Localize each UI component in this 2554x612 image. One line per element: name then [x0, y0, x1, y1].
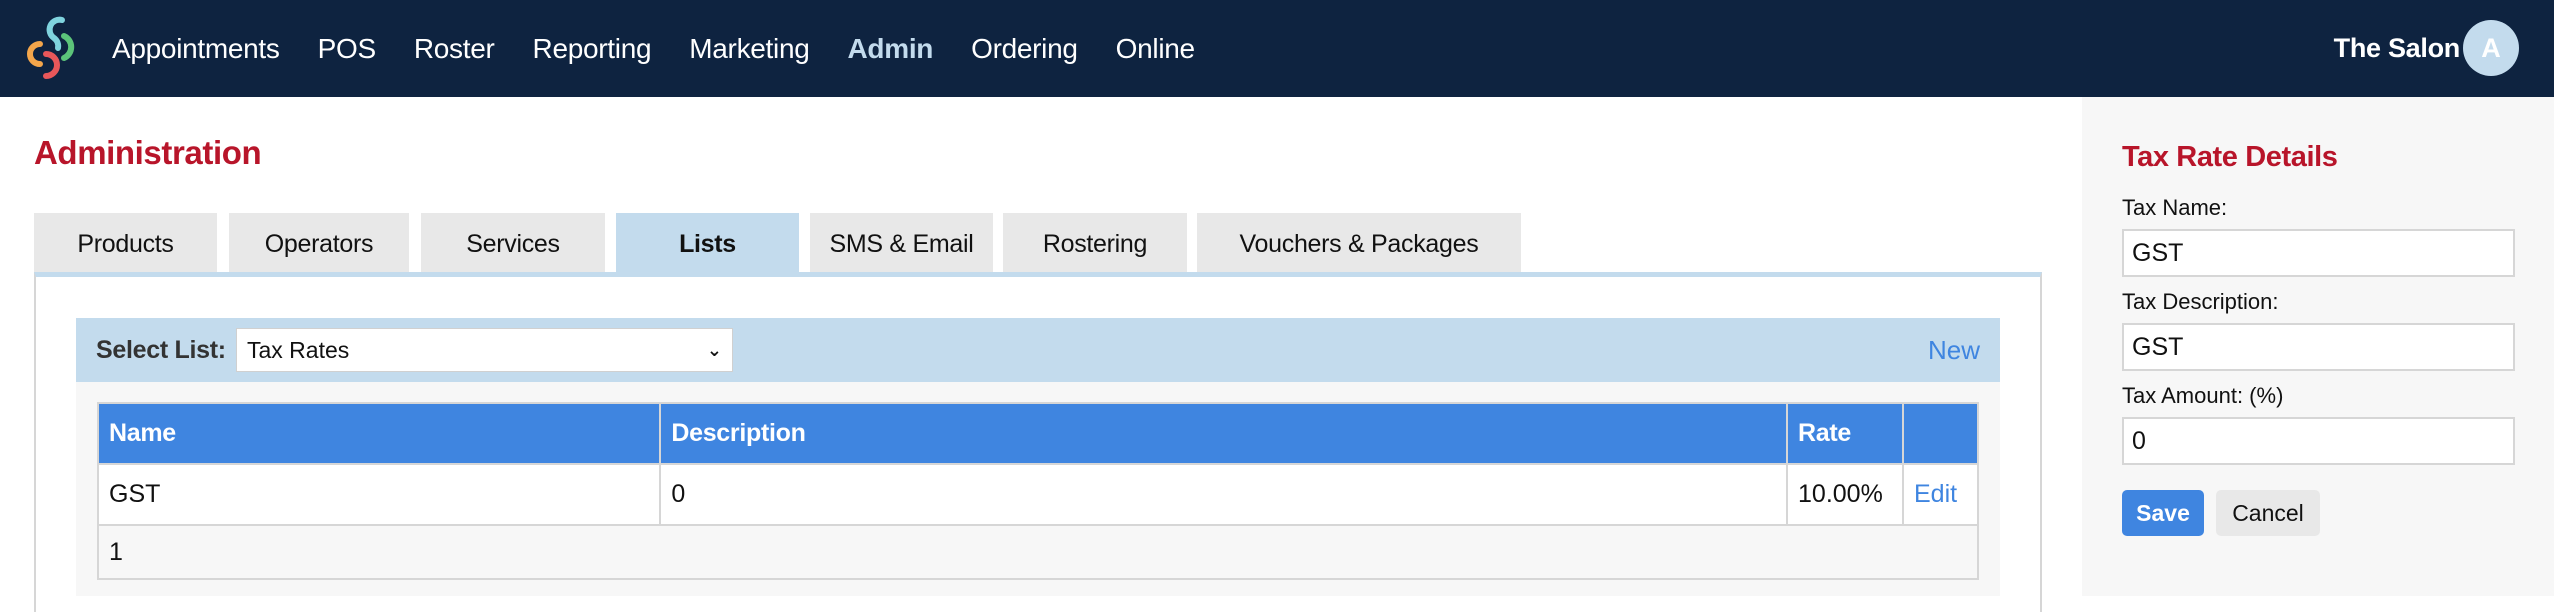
tax-rates-table: Name Description Rate GST 0 10.00% Edit …	[96, 402, 1979, 580]
nav-ordering[interactable]: Ordering	[971, 33, 1078, 65]
top-navigation-bar: Appointments POS Roster Reporting Market…	[0, 0, 2554, 97]
save-button[interactable]: Save	[2122, 490, 2204, 536]
tax-amount-input[interactable]	[2122, 417, 2515, 465]
tab-operators[interactable]: Operators	[229, 213, 409, 272]
table-row[interactable]: GST 0 10.00% Edit	[96, 463, 1979, 526]
tax-amount-label: Tax Amount: (%)	[2122, 383, 2284, 408]
cell-description: 0	[659, 463, 1789, 526]
nav-appointments[interactable]: Appointments	[112, 33, 280, 65]
nav-reporting[interactable]: Reporting	[533, 33, 652, 65]
tab-services[interactable]: Services	[421, 213, 605, 272]
column-header-rate[interactable]: Rate	[1786, 402, 1904, 465]
tab-lists[interactable]: Lists	[616, 213, 799, 272]
nav-admin[interactable]: Admin	[848, 33, 934, 65]
chevron-down-icon: ⌄	[706, 340, 722, 360]
column-header-name[interactable]: Name	[96, 402, 662, 465]
nav-online[interactable]: Online	[1116, 33, 1195, 65]
tab-products[interactable]: Products	[34, 213, 217, 272]
column-header-description[interactable]: Description	[659, 402, 1789, 465]
tax-name-input[interactable]	[2122, 229, 2515, 277]
tab-rostering[interactable]: Rostering	[1003, 213, 1187, 272]
pagination-page[interactable]: 1	[97, 524, 1979, 580]
main-nav: Appointments POS Roster Reporting Market…	[112, 0, 1233, 97]
page-title: Administration	[34, 134, 262, 171]
cancel-button[interactable]: Cancel	[2216, 490, 2320, 536]
tax-description-input[interactable]	[2122, 323, 2515, 371]
tab-sms-email[interactable]: SMS & Email	[810, 213, 993, 272]
nav-marketing[interactable]: Marketing	[689, 33, 810, 65]
list-type-select[interactable]: Tax Rates ⌄	[236, 328, 733, 372]
cell-action: Edit	[1902, 463, 1979, 526]
details-title: Tax Rate Details	[2122, 141, 2338, 173]
tab-vouchers-packages[interactable]: Vouchers & Packages	[1197, 213, 1521, 272]
new-link[interactable]: New	[1928, 318, 1980, 382]
nav-roster[interactable]: Roster	[414, 33, 495, 65]
tax-name-label: Tax Name:	[2122, 195, 2228, 220]
select-list-bar: Select List: Tax Rates ⌄ New	[76, 318, 2000, 382]
business-name[interactable]: The Salon	[2334, 0, 2461, 97]
app-logo-icon[interactable]	[24, 14, 84, 80]
table-header-row: Name Description Rate	[96, 402, 1979, 465]
table-footer-row: 1	[97, 524, 1979, 580]
user-avatar[interactable]: A	[2463, 20, 2519, 76]
edit-link[interactable]: Edit	[1914, 480, 1957, 508]
column-header-actions	[1902, 402, 1979, 465]
select-list-label: Select List:	[96, 336, 226, 364]
cell-name: GST	[96, 463, 662, 526]
tax-description-label: Tax Description:	[2122, 289, 2279, 314]
nav-pos[interactable]: POS	[318, 33, 377, 65]
tax-rate-details-panel: Tax Rate Details Tax Name: Tax Descripti…	[2082, 97, 2554, 596]
list-type-select-value: Tax Rates	[247, 337, 350, 363]
cell-rate: 10.00%	[1786, 463, 1904, 526]
